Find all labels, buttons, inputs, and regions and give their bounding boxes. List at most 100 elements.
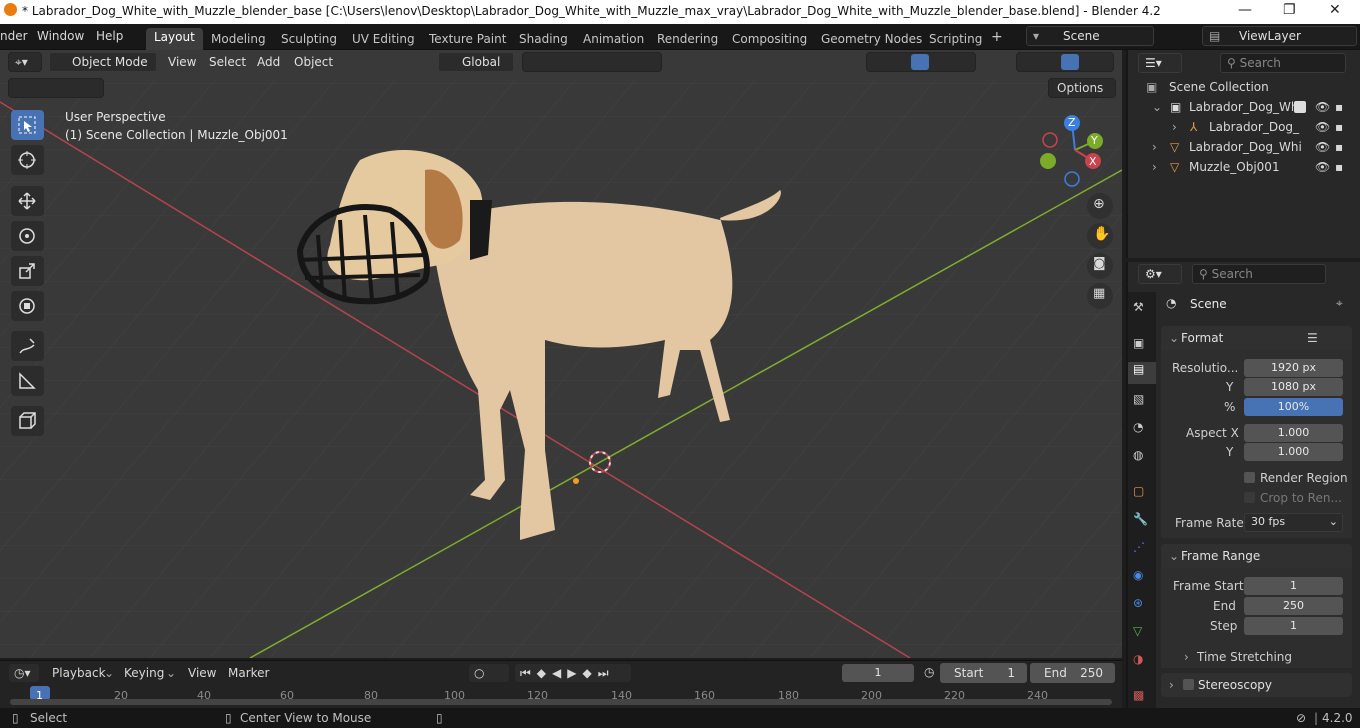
- tab-shading[interactable]: Shading: [519, 32, 568, 46]
- outliner-row-armature[interactable]: › ⅄ Labrador_Dog_ 👁 ▪: [1128, 117, 1350, 137]
- minimize-button[interactable]: —: [1238, 2, 1252, 18]
- close-button[interactable]: ✕: [1329, 2, 1341, 18]
- eye-icon[interactable]: 👁: [1315, 100, 1330, 114]
- camera-icon[interactable]: ▪: [1335, 160, 1343, 174]
- menu-view[interactable]: View: [168, 55, 196, 69]
- render-region-checkbox[interactable]: [1244, 472, 1255, 483]
- camera-icon[interactable]: ▪: [1335, 140, 1343, 154]
- move-tool[interactable]: [11, 186, 44, 216]
- shading-controls[interactable]: [1016, 52, 1114, 72]
- modifier-tab-icon[interactable]: 🔧: [1133, 512, 1148, 526]
- eye-icon[interactable]: 👁: [1315, 140, 1330, 154]
- time-stretching-subpanel[interactable]: Time Stretching: [1197, 650, 1292, 664]
- physics-tab-icon[interactable]: ◉: [1133, 568, 1143, 582]
- format-panel-header[interactable]: ⌄ Format ☰: [1161, 326, 1352, 350]
- maximize-button[interactable]: ❐: [1283, 2, 1296, 18]
- camera-icon[interactable]: ▪: [1335, 100, 1343, 114]
- orientation-selector[interactable]: Global: [438, 52, 514, 72]
- object-tab-icon[interactable]: ▢: [1133, 484, 1144, 498]
- stereoscopy-panel-header[interactable]: › Stereoscopy: [1161, 673, 1352, 697]
- constraints-tab-icon[interactable]: ⊛: [1133, 596, 1143, 610]
- properties-editor-type[interactable]: ⚙▾: [1138, 264, 1182, 284]
- outliner-editor-type[interactable]: ☰▾: [1138, 53, 1182, 73]
- measure-tool[interactable]: [11, 366, 44, 396]
- tool-tab-icon[interactable]: ⚒: [1133, 300, 1144, 314]
- playback-controls[interactable]: ⏮◆◀▶◆⏭: [514, 663, 632, 683]
- resolution-y-field[interactable]: 1080 px: [1244, 378, 1343, 396]
- outliner-row-collection[interactable]: ⌄ ▣ Labrador_Dog_Whi 👁 ▪: [1128, 97, 1350, 117]
- aspect-y-field[interactable]: 1.000: [1244, 443, 1343, 461]
- chevron-right-icon[interactable]: ›: [1172, 120, 1177, 134]
- view-layer-selector[interactable]: ▤ ViewLayer: [1202, 26, 1357, 46]
- outliner-search-input[interactable]: ⚲ Search: [1220, 53, 1346, 73]
- view-layer-tab-icon[interactable]: ▧: [1133, 392, 1144, 406]
- mode-selector[interactable]: Object Mode: [49, 52, 157, 72]
- tab-scripting[interactable]: Scripting: [929, 32, 982, 46]
- render-tab-icon[interactable]: ▣: [1133, 336, 1144, 350]
- presets-icon[interactable]: ☰: [1307, 331, 1318, 345]
- timeline-editor-type[interactable]: ◷▾: [8, 663, 40, 683]
- outliner-row-mesh[interactable]: › ▽ Labrador_Dog_Whi 👁 ▪: [1128, 137, 1350, 157]
- select-box-tool[interactable]: [11, 110, 44, 140]
- timeline-start-field[interactable]: Start 1: [940, 663, 1027, 683]
- tab-modeling[interactable]: Modeling: [211, 32, 266, 46]
- texture-tab-icon[interactable]: ▩: [1133, 688, 1144, 702]
- transform-tool[interactable]: [11, 291, 44, 321]
- editor-type-button[interactable]: ⌖▾: [8, 52, 42, 72]
- tab-animation[interactable]: Animation: [583, 32, 644, 46]
- chevron-right-icon[interactable]: ›: [1152, 160, 1157, 174]
- scene-selector[interactable]: ▾ Scene: [1026, 26, 1154, 46]
- gizmo-z-label[interactable]: Z: [1068, 116, 1076, 129]
- tab-texture-paint[interactable]: Texture Paint: [429, 32, 506, 46]
- snapping-controls[interactable]: [522, 52, 662, 72]
- cursor-tool[interactable]: [11, 145, 44, 175]
- timeline-end-field[interactable]: End 250: [1030, 663, 1115, 683]
- resolution-percent-field[interactable]: 100%: [1244, 398, 1343, 416]
- menu-add[interactable]: Add: [257, 55, 280, 69]
- selection-mode-buttons[interactable]: [8, 78, 104, 98]
- tab-layout[interactable]: Layout: [146, 28, 203, 50]
- tab-rendering[interactable]: Rendering: [657, 32, 718, 46]
- outliner-row-muzzle[interactable]: › ▽ Muzzle_Obj001 👁 ▪: [1128, 157, 1350, 177]
- overlay-controls[interactable]: [866, 52, 976, 72]
- current-frame-field[interactable]: 1: [842, 664, 914, 682]
- frame-range-panel-header[interactable]: ⌄ Frame Range: [1161, 544, 1352, 568]
- tab-sculpting[interactable]: Sculpting: [281, 32, 337, 46]
- camera-icon[interactable]: ▪: [1335, 120, 1343, 134]
- menu-object[interactable]: Object: [294, 55, 333, 69]
- output-tab-icon[interactable]: ▤: [1128, 362, 1156, 384]
- outliner-row-scene-collection[interactable]: ▣ Scene Collection: [1128, 77, 1350, 97]
- gizmo-x-label[interactable]: X: [1089, 155, 1097, 168]
- menu-window[interactable]: Window: [37, 29, 84, 43]
- resolution-x-field[interactable]: 1920 px: [1244, 359, 1343, 377]
- pan-button[interactable]: ✋: [1087, 223, 1113, 249]
- tab-geometry-nodes[interactable]: Geometry Nodes: [821, 32, 922, 46]
- menu-keying[interactable]: Keying: [124, 666, 164, 680]
- frame-end-field[interactable]: 250: [1244, 597, 1343, 615]
- crop-checkbox[interactable]: [1244, 492, 1255, 503]
- menu-render[interactable]: nder: [0, 29, 28, 43]
- 3d-viewport[interactable]: Z Y X User Perspective (1) Scene Collect…: [0, 50, 1122, 658]
- auto-keying-toggle[interactable]: ○: [468, 663, 510, 683]
- menu-select[interactable]: Select: [209, 55, 246, 69]
- menu-timeline-view[interactable]: View: [188, 666, 216, 680]
- scene-tab-icon[interactable]: ◔: [1133, 420, 1143, 434]
- add-workspace-button[interactable]: +: [991, 29, 1003, 45]
- menu-help[interactable]: Help: [96, 29, 123, 43]
- material-tab-icon[interactable]: ◑: [1133, 652, 1143, 666]
- data-tab-icon[interactable]: ▽: [1133, 624, 1142, 638]
- tab-compositing[interactable]: Compositing: [732, 32, 807, 46]
- scale-tool[interactable]: [11, 256, 44, 286]
- frame-start-field[interactable]: 1: [1244, 577, 1343, 595]
- eye-icon[interactable]: 👁: [1315, 120, 1330, 134]
- eye-icon[interactable]: 👁: [1315, 160, 1330, 174]
- gizmo-y-label[interactable]: Y: [1091, 134, 1098, 147]
- add-cube-tool[interactable]: [11, 406, 44, 436]
- chevron-down-icon[interactable]: ⌄: [1152, 100, 1162, 114]
- rotate-tool[interactable]: [11, 221, 44, 251]
- zoom-button[interactable]: ⊕: [1087, 193, 1113, 219]
- perspective-toggle-button[interactable]: ▦: [1087, 283, 1113, 309]
- annotate-tool[interactable]: [11, 331, 44, 361]
- stereoscopy-checkbox[interactable]: [1183, 679, 1194, 690]
- camera-view-button[interactable]: ◙: [1087, 253, 1113, 279]
